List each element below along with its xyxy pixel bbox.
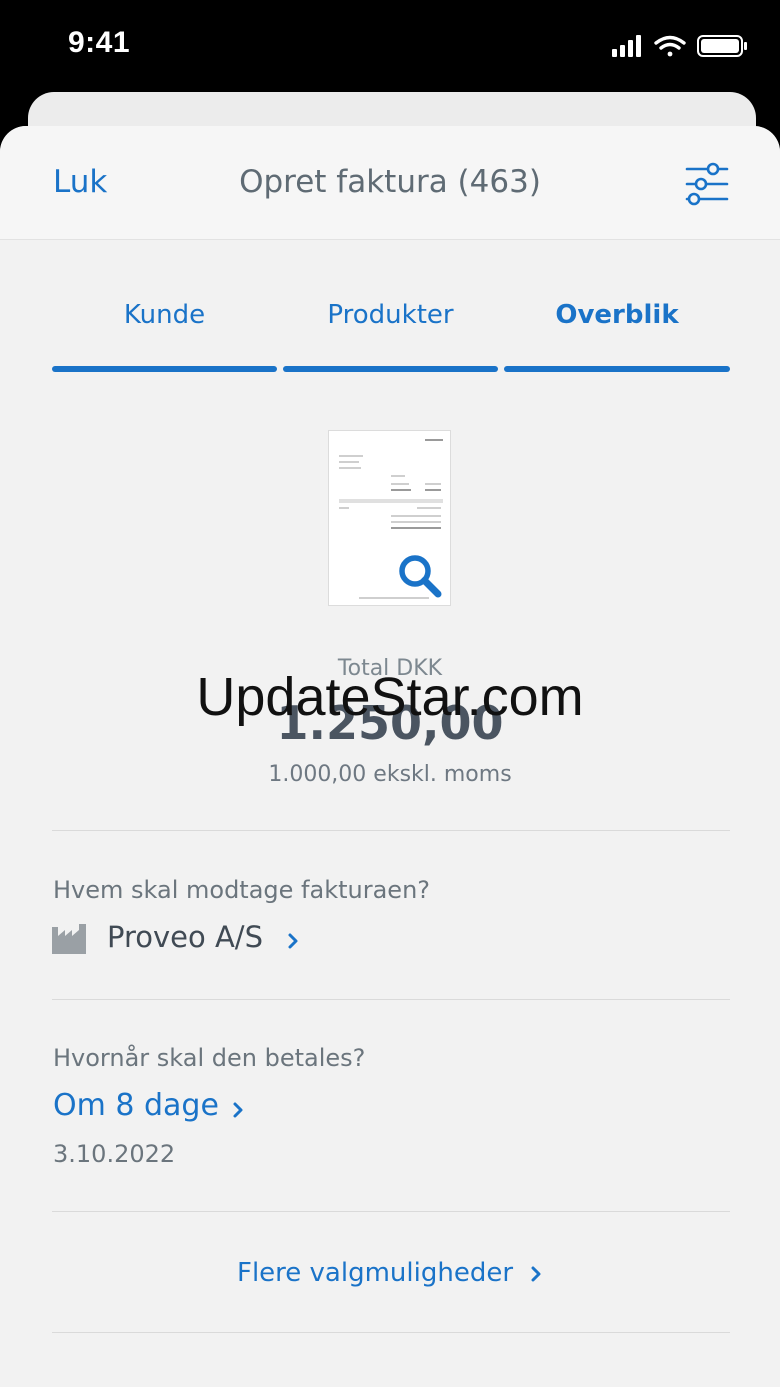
settings-sliders-icon[interactable] (684, 162, 730, 206)
wifi-icon (654, 35, 686, 57)
divider (52, 830, 730, 831)
doc-line (425, 439, 443, 441)
nav-bar: Luk Opret faktura (463) (0, 126, 780, 240)
payment-question: Hvornår skal den betales? (53, 1044, 366, 1072)
more-options-button[interactable]: Flere valgmuligheder (0, 1258, 780, 1288)
due-date: 3.10.2022 (53, 1140, 176, 1168)
doc-line (339, 455, 363, 457)
divider (52, 999, 730, 1000)
total-excl-vat: 1.000,00 ekskl. moms (268, 762, 512, 787)
doc-line (391, 521, 441, 523)
signal-icon (612, 35, 641, 57)
doc-line (339, 461, 359, 463)
recipient-question: Hvem skal modtage fakturaen? (53, 876, 431, 904)
tab-label: Produkter (327, 300, 454, 330)
recipient-selector[interactable]: Proveo A/S (52, 918, 352, 962)
status-time: 9:41 (68, 26, 131, 59)
payment-term: Om 8 dage (53, 1088, 219, 1123)
doc-line (391, 515, 441, 517)
doc-line (339, 467, 361, 469)
more-options-label: Flere valgmuligheder (236, 1258, 514, 1288)
page-title: Opret faktura (463) (239, 164, 541, 200)
total-label: Total DKK (337, 656, 443, 681)
chevron-right-icon (531, 1266, 541, 1281)
payment-term-selector[interactable]: Om 8 dage (52, 1088, 312, 1132)
doc-line (425, 483, 441, 485)
factory-icon (52, 924, 86, 954)
step-tabs: Kunde Produkter Overblik (52, 296, 730, 376)
doc-line (339, 507, 349, 509)
tab-indicator (283, 366, 498, 372)
status-bar: 9:41 (0, 0, 780, 92)
doc-line (391, 483, 409, 485)
doc-line (391, 475, 405, 477)
tab-produkter[interactable]: Produkter (283, 296, 498, 372)
recipient-name: Proveo A/S (107, 920, 263, 954)
tab-overblik[interactable]: Overblik (504, 296, 730, 372)
divider (52, 1211, 730, 1212)
tab-label: Overblik (555, 300, 679, 330)
battery-icon (697, 35, 747, 57)
magnifier-icon (399, 555, 442, 598)
invoice-preview-thumbnail[interactable] (328, 430, 451, 606)
tab-label: Kunde (123, 300, 206, 330)
status-icons (612, 35, 747, 57)
total-amount: 1.250,00 (276, 696, 504, 750)
tab-indicator (504, 366, 730, 372)
divider (52, 1332, 730, 1333)
doc-line (391, 527, 441, 529)
doc-line (391, 489, 411, 491)
tab-kunde[interactable]: Kunde (52, 296, 277, 372)
doc-table-header (339, 499, 443, 503)
chevron-right-icon (288, 933, 298, 949)
tab-indicator (52, 366, 277, 372)
chevron-right-icon (233, 1102, 243, 1118)
create-invoice-sheet: Luk Opret faktura (463) Kunde Produkter … (0, 126, 780, 1387)
doc-line (425, 489, 441, 491)
doc-line (417, 507, 441, 509)
